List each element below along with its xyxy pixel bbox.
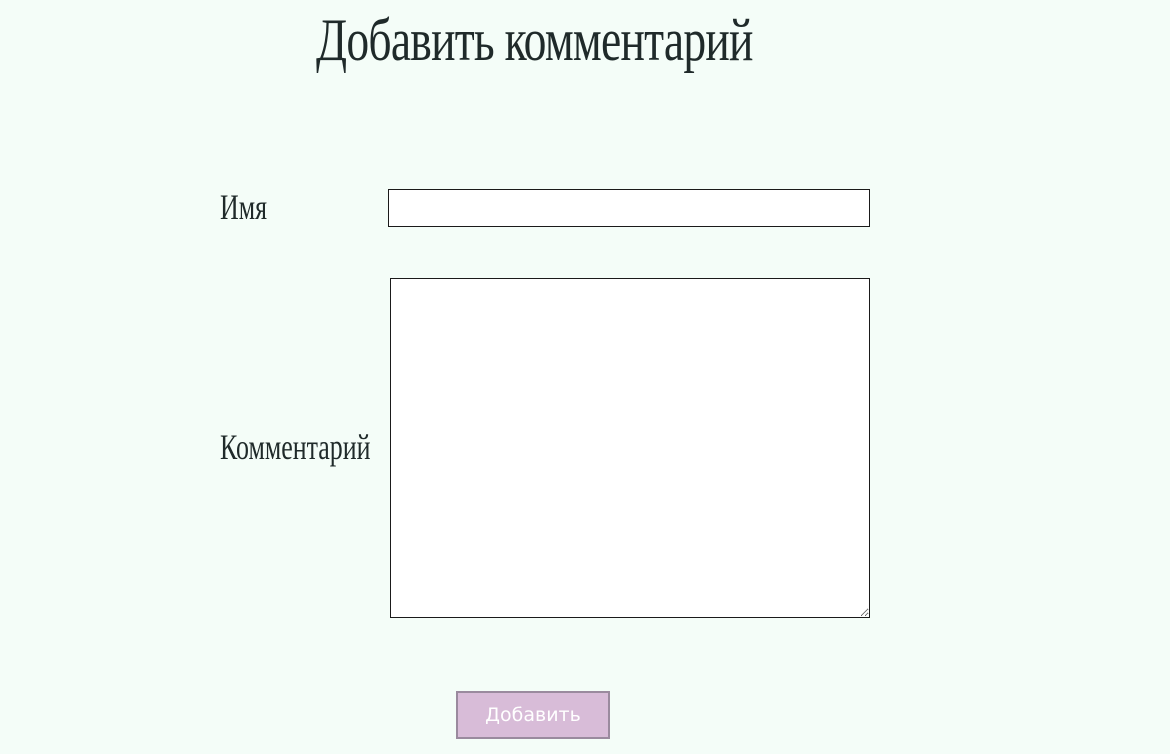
name-input[interactable] [388, 189, 870, 227]
add-comment-button[interactable]: Добавить [456, 691, 610, 739]
comment-textarea[interactable] [390, 278, 870, 618]
name-label: Имя [220, 187, 268, 227]
page-title: Добавить комментарий [316, 7, 753, 73]
comment-label: Комментарий [220, 427, 371, 467]
comment-page: Добавить комментарий Имя Комментарий Доб… [0, 0, 1170, 754]
